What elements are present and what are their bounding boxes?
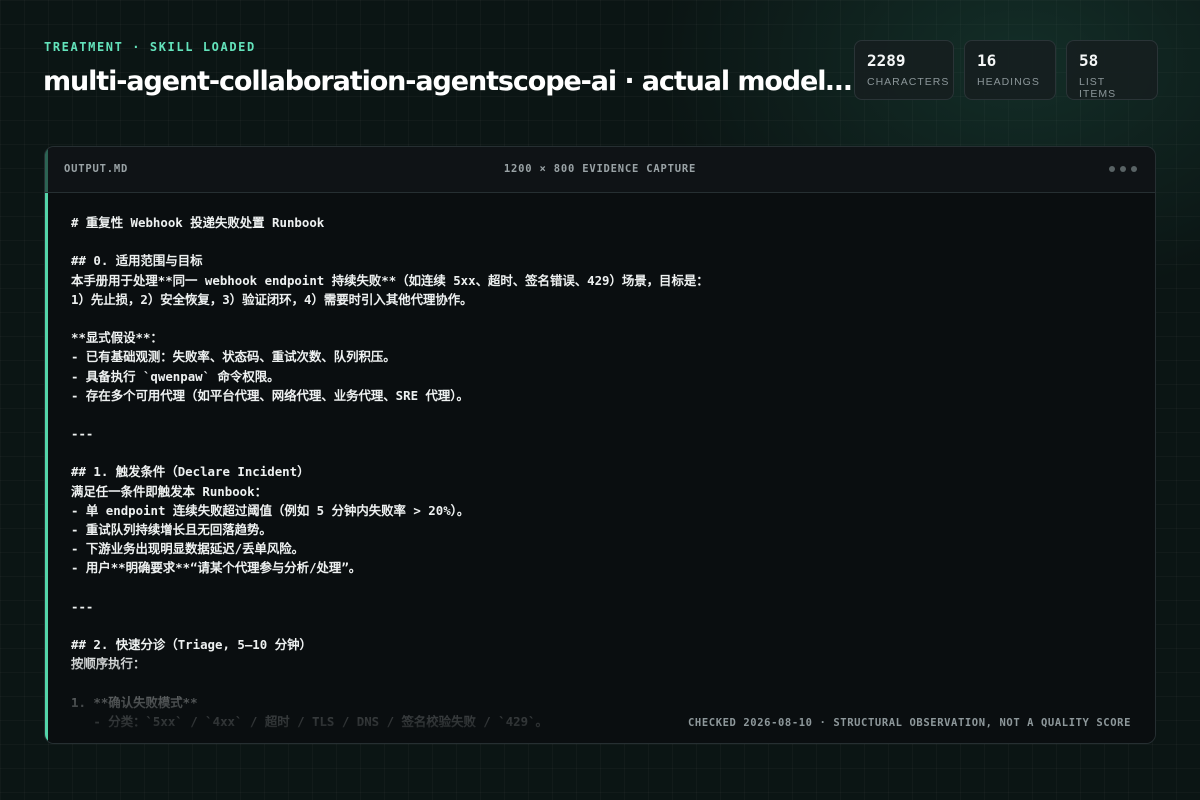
- content-line: **显式假设**：: [71, 330, 163, 346]
- content-line: ## 2. 快速分诊（Triage, 5–10 分钟）: [71, 637, 312, 653]
- page-title: multi-agent-collaboration-agentscope-ai …: [43, 66, 852, 97]
- content-line: - 单 endpoint 连续失败超过阈值（例如 5 分钟内失败率 > 20%）…: [71, 502, 470, 518]
- content-line: 1. **确认失败模式**: [71, 694, 198, 710]
- content-line: ---: [71, 426, 94, 442]
- stat-label: HEADINGS: [977, 76, 1040, 88]
- markdown-content[interactable]: # 重复性 Webhook 投递失败处置 Runbook ## 0. 适用范围与目…: [71, 213, 1135, 743]
- stat-label: LIST ITEMS: [1079, 76, 1117, 100]
- panel-header: OUTPUT.MD 1200 × 800 EVIDENCE CAPTURE: [45, 147, 1155, 193]
- stat-value: 2289: [867, 51, 906, 70]
- stat-label: CHARACTERS: [867, 76, 950, 88]
- dot-icon: [1109, 166, 1115, 172]
- content-line: 1）先止损，2）安全恢复，3）验证闭环，4）需要时引入其他代理协作。: [71, 291, 473, 307]
- content-line: ## 1. 触发条件（Declare Incident）: [71, 464, 310, 480]
- content-line: [71, 578, 1135, 597]
- stats-bar: 2289 CHARACTERS 16 HEADINGS 58 LIST ITEM…: [854, 40, 1158, 100]
- content-line: ---: [71, 598, 94, 614]
- content-line: 按顺序执行：: [71, 656, 146, 672]
- content-line: - 具备执行 `qwenpaw` 命令权限。: [71, 368, 280, 384]
- footer-note: CHECKED 2026-08-10 · STRUCTURAL OBSERVAT…: [688, 717, 1131, 729]
- dot-icon: [1120, 166, 1126, 172]
- stat-value: 58: [1079, 51, 1099, 70]
- content-line: [71, 674, 1135, 693]
- panel-accent-bar: [45, 147, 48, 743]
- content-line: 满足任一条件即触发本 Runbook：: [71, 483, 267, 499]
- content-line: 本手册用于处理**同一 webhook endpoint 持续失败**（如连续 …: [71, 272, 709, 288]
- content-line: [71, 443, 1135, 462]
- content-line: - 用户**明确要求**“请某个代理参与分析/处理”。: [71, 560, 362, 576]
- stat-card-headings: 16 HEADINGS: [964, 40, 1056, 100]
- eyebrow-label: TREATMENT · SKILL LOADED: [44, 40, 256, 54]
- content-line: - 存在多个可用代理（如平台代理、网络代理、业务代理、SRE 代理）。: [71, 387, 469, 403]
- content-line: [71, 405, 1135, 424]
- content-line: [71, 232, 1135, 251]
- content-line: [71, 616, 1135, 635]
- content-line: - 已有基础观测：失败率、状态码、重试次数、队列积压。: [71, 349, 396, 365]
- content-line: ## 0. 适用范围与目标: [71, 253, 203, 269]
- stat-card-list-items: 58 LIST ITEMS: [1066, 40, 1158, 100]
- stat-value: 16: [977, 51, 997, 70]
- dot-icon: [1131, 166, 1137, 172]
- content-line: # 重复性 Webhook 投递失败处置 Runbook: [71, 215, 325, 230]
- window-dots-icon: [1109, 166, 1137, 172]
- content-line: - 重试队列持续增长且无回落趋势。: [71, 522, 272, 537]
- output-panel: OUTPUT.MD 1200 × 800 EVIDENCE CAPTURE # …: [44, 146, 1156, 744]
- capture-label: 1200 × 800 EVIDENCE CAPTURE: [503, 163, 697, 175]
- content-line: - 下游业务出现明显数据延迟/丢单风险。: [71, 541, 305, 557]
- stat-card-characters: 2289 CHARACTERS: [854, 40, 954, 100]
- content-line: [71, 309, 1135, 328]
